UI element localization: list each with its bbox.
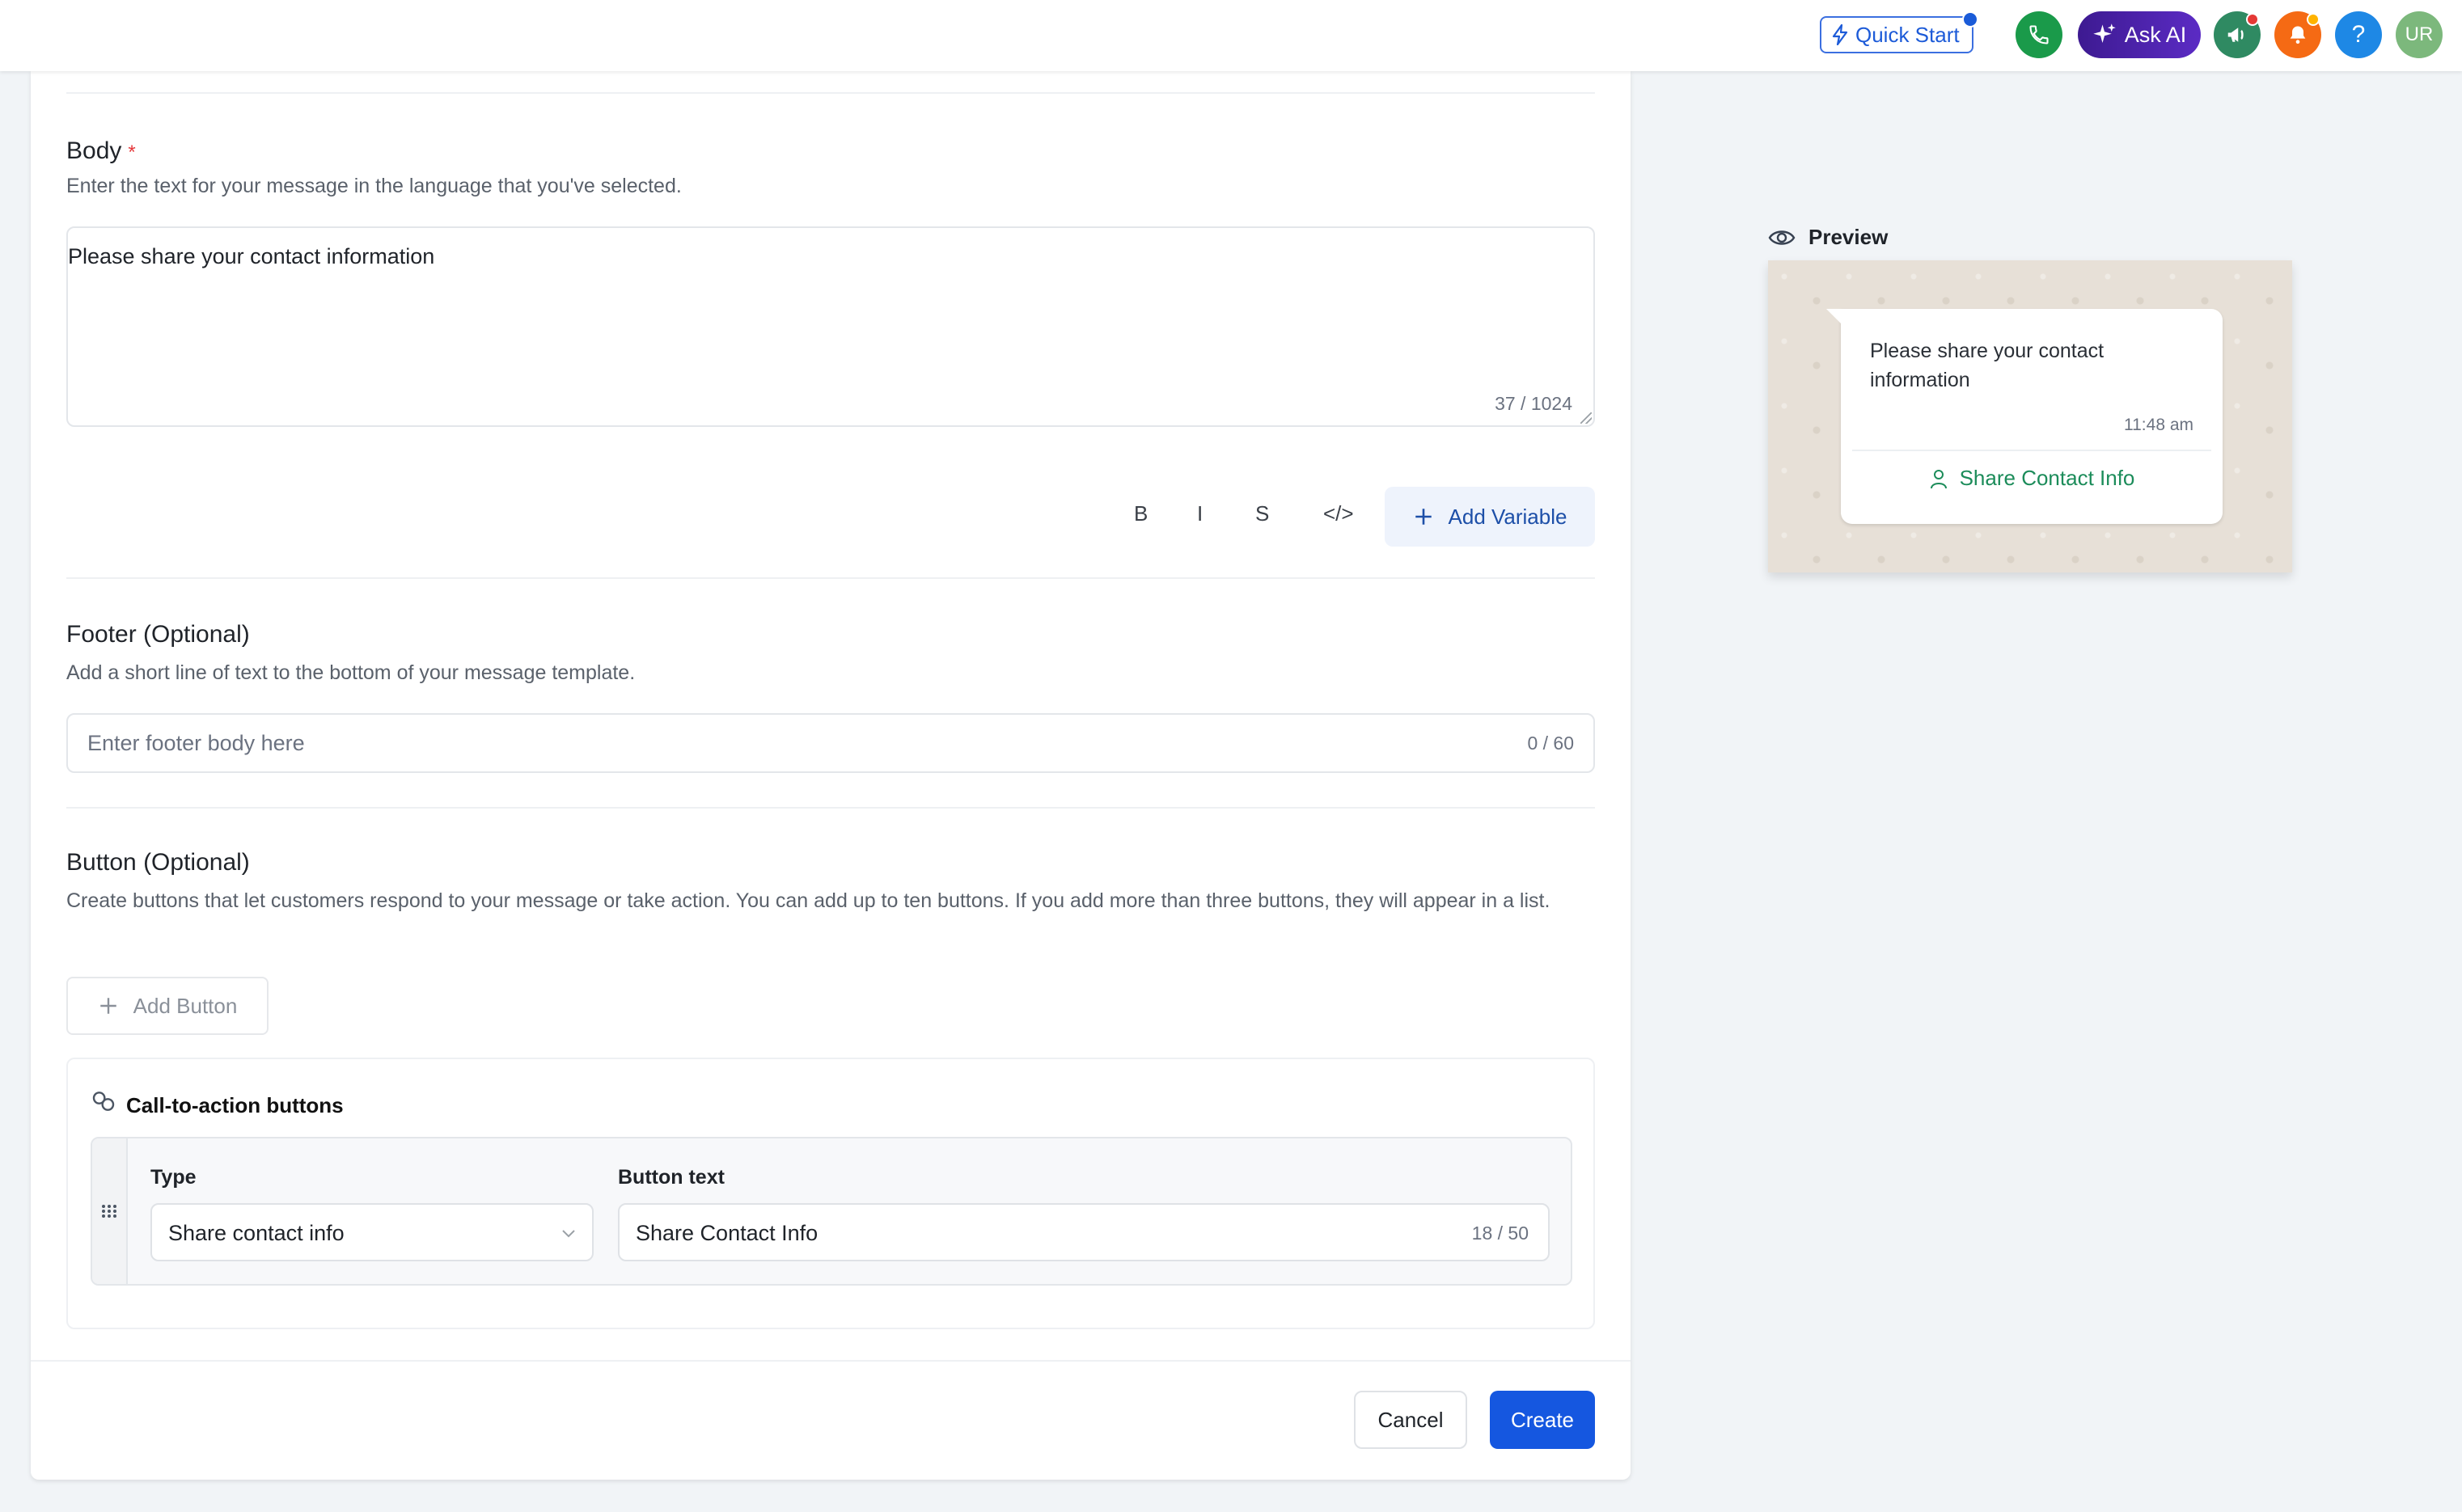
footer-placeholder: Enter footer body here — [87, 731, 305, 755]
announcements-badge — [2246, 13, 2259, 26]
help-icon: ? — [2351, 21, 2366, 48]
phone-button[interactable] — [2016, 11, 2062, 58]
megaphone-icon — [2227, 27, 2244, 42]
top-bar: Quick Start Ask AI ? UR — [0, 0, 2462, 71]
notifications-button[interactable] — [2274, 11, 2321, 58]
drag-handle[interactable] — [92, 1138, 128, 1284]
required-mark: * — [128, 141, 136, 163]
user-avatar[interactable]: UR — [2396, 11, 2443, 58]
body-text-value: Please share your contact information — [68, 244, 435, 268]
divider — [66, 807, 1595, 809]
button-text-label: Button text — [618, 1166, 725, 1189]
announcements-button[interactable] — [2214, 11, 2261, 58]
add-variable-label: Add Variable — [1448, 504, 1567, 529]
avatar-initials: UR — [2405, 23, 2434, 45]
divider — [31, 1360, 1631, 1362]
type-label: Type — [150, 1166, 197, 1189]
notification-dot — [1962, 11, 1978, 27]
person-icon — [1930, 469, 1947, 488]
code-button[interactable]: </> — [1323, 501, 1354, 526]
preview-timestamp: 11:48 am — [2124, 416, 2193, 434]
footer-hint: Add a short line of text to the bottom o… — [66, 661, 636, 684]
divider — [66, 577, 1595, 579]
body-label-text: Body — [66, 137, 122, 164]
quick-start-button[interactable]: Quick Start — [1820, 11, 1978, 53]
phone-icon — [2029, 25, 2049, 44]
preview-share-contact-button: Share Contact Info — [1841, 466, 2223, 491]
ask-ai-label: Ask AI — [2124, 22, 2187, 47]
cta-title: Call-to-action buttons — [126, 1093, 344, 1117]
body-char-counter: 37 / 1024 — [1495, 393, 1572, 414]
ask-ai-button[interactable]: Ask AI — [2078, 11, 2201, 58]
bold-button[interactable]: B — [1134, 501, 1148, 526]
bubble-divider — [1852, 450, 2211, 451]
cancel-button[interactable]: Cancel — [1354, 1391, 1467, 1449]
chevron-down-icon — [562, 1230, 575, 1238]
button-text-value: Share Contact Info — [636, 1221, 819, 1245]
message-bubble: Please share your contact information 11… — [1826, 309, 2223, 524]
body-label: Body * — [66, 137, 136, 165]
template-form-card: Body * Enter the text for your message in… — [31, 71, 1631, 1480]
strikethrough-button[interactable]: S — [1255, 501, 1269, 526]
quick-start-label: Quick Start — [1855, 22, 1960, 47]
cta-button-row: Type Share contact info Button text Shar… — [91, 1137, 1572, 1286]
footer-input[interactable]: Enter footer body here 0 / 60 — [66, 713, 1595, 773]
sparkle-icon — [2092, 23, 2116, 43]
notifications-badge — [2307, 13, 2320, 26]
whatsapp-preview: Please share your contact information 11… — [1768, 260, 2292, 572]
resize-handle[interactable] — [1580, 412, 1592, 424]
add-button-button[interactable]: Add Button — [66, 977, 269, 1035]
eye-icon — [1768, 230, 1796, 245]
preview-message: Please share your contact information — [1870, 340, 2105, 391]
help-button[interactable]: ? — [2335, 11, 2382, 58]
bell-icon — [2290, 26, 2306, 44]
divider — [66, 92, 1595, 94]
preview-title: Preview — [1808, 225, 1889, 249]
link-chain-icon — [92, 1092, 115, 1111]
bubble-tail — [1826, 309, 1841, 323]
body-textarea[interactable]: Please share your contact information 37… — [66, 226, 1595, 427]
footer-label: Footer (Optional) — [66, 621, 250, 648]
plus-icon — [1415, 509, 1432, 525]
create-button[interactable]: Create — [1490, 1391, 1595, 1449]
button-type-select[interactable]: Share contact info — [150, 1203, 594, 1261]
preview-share-label: Share Contact Info — [1959, 466, 2135, 490]
button-section-label: Button (Optional) — [66, 849, 250, 876]
button-type-value: Share contact info — [168, 1221, 345, 1245]
preview-header: Preview — [1768, 225, 1888, 250]
button-text-counter: 18 / 50 — [1471, 1223, 1529, 1244]
add-button-label: Add Button — [133, 993, 238, 1018]
italic-button[interactable]: I — [1197, 501, 1203, 526]
call-to-action-panel: Call-to-action buttons Type Share contac… — [66, 1058, 1595, 1329]
footer-char-counter: 0 / 60 — [1527, 733, 1574, 754]
drag-grip-icon — [102, 1205, 116, 1218]
button-text-input[interactable]: Share Contact Info 18 / 50 — [618, 1203, 1550, 1261]
add-variable-button[interactable]: Add Variable — [1385, 487, 1595, 547]
body-hint: Enter the text for your message in the l… — [66, 175, 682, 197]
button-section-hint: Create buttons that let customers respon… — [66, 889, 1550, 912]
plus-icon — [99, 998, 116, 1014]
lightning-icon — [1832, 24, 1848, 45]
